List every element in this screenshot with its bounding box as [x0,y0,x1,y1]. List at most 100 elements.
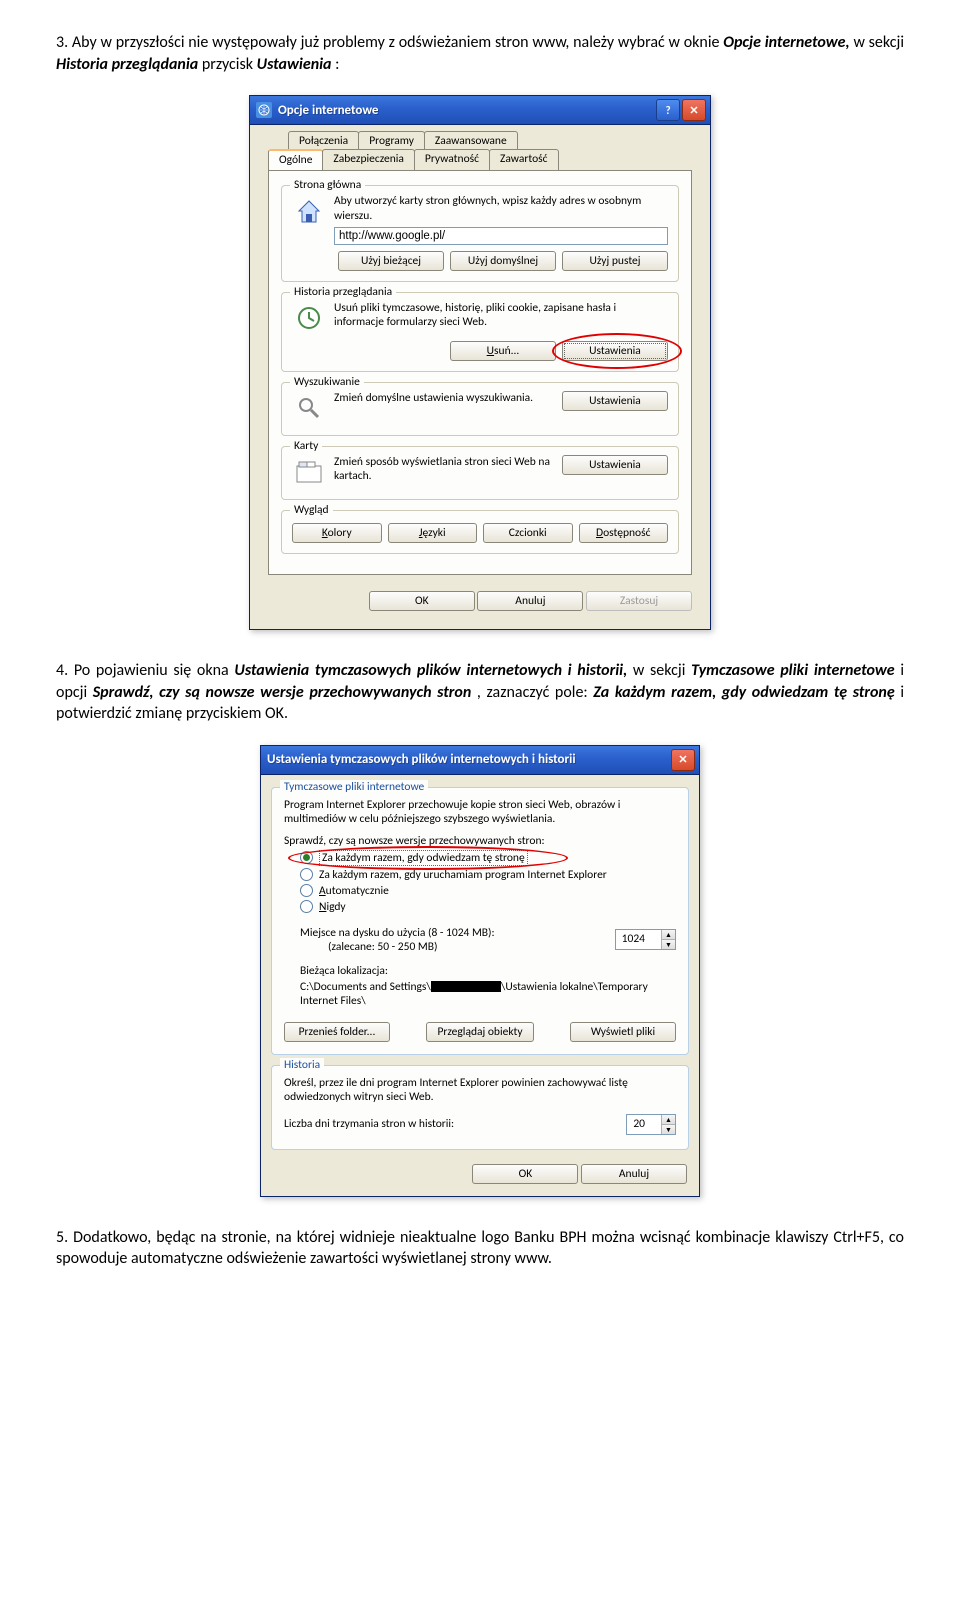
tab-programs[interactable]: Programy [358,131,425,150]
fonts-button[interactable]: Czcionki [483,523,573,543]
general-tab-page: Strona główna Aby utworzyć karty stron g… [268,170,692,575]
radio-every-visit-label: Za każdym razem, gdy odwiedzam tę stronę [319,850,528,866]
search-settings-button[interactable]: Ustawienia [562,391,668,411]
spin-down-icon[interactable]: ▼ [661,1124,675,1134]
tab-security[interactable]: Zabezpieczenia [322,149,415,170]
radio-icon [300,900,313,913]
radio-auto[interactable]: Automatycznie [300,884,676,898]
tab-content[interactable]: Zawartość [489,149,559,170]
tab-privacy[interactable]: Prywatność [414,149,490,170]
tab-connections[interactable]: Połączenia [288,131,359,150]
close-button[interactable]: ✕ [682,99,706,121]
use-current-button[interactable]: Użyj bieżącej [338,251,444,271]
show-files-button[interactable]: Wyświetl pliki [570,1022,676,1042]
internet-options-icon [256,102,272,118]
spin-up-icon[interactable]: ▲ [661,1115,675,1124]
loc-path1: C:\Documents and Settings\ [300,980,431,994]
p4-b4: Za każdym razem, gdy odwiedzam tę stronę [593,683,894,702]
radio-icon [300,884,313,897]
apply-button[interactable]: Zastosuj [586,591,692,611]
search-group: Wyszukiwanie Zmień domyślne ustawienia w… [281,382,679,436]
radio-every-start[interactable]: Za każdym razem, gdy uruchamiam program … [300,868,676,882]
history-desc: Usuń pliki tymczasowe, historię, pliki c… [334,301,668,330]
tabs-group: Karty Zmień sposób wyświetlania stron si… [281,446,679,500]
history-settings-button[interactable]: Ustawienia [562,341,668,361]
history-icon [292,301,326,335]
cancel-button[interactable]: Anuluj [477,591,583,611]
p4-b2: Tymczasowe pliki internetowe [691,661,895,680]
home-icon [292,194,326,228]
p3-prefix: 3. Aby w przyszłości nie występowały już… [56,33,723,52]
home-legend: Strona główna [290,178,365,192]
history-group: Historia przeglądania Usuń pliki tymczas… [281,292,679,372]
accessibility-button[interactable]: Dostępność [579,523,669,543]
days-spinbox[interactable]: 20 ▲▼ [626,1114,676,1135]
radio-every-visit[interactable]: Za każdym razem, gdy odwiedzam tę stronę [300,850,676,866]
home-desc: Aby utworzyć karty stron głównych, wpisz… [334,194,668,223]
spin-up-icon[interactable]: ▲ [661,930,675,939]
disk-label: Miejsce na dysku do użycia (8 - 1024 MB)… [300,926,495,940]
cancel-button[interactable]: Anuluj [581,1164,687,1184]
disk-size-value: 1024 [616,930,661,949]
p3-end: : [335,55,339,74]
titlebar[interactable]: Ustawienia tymczasowych plików interneto… [261,746,699,775]
close-button[interactable]: ✕ [671,749,695,771]
hist-desc: Określ, przez ile dni program Internet E… [284,1076,676,1104]
radio-never[interactable]: Nigdy [300,900,676,914]
tabs-icon [292,455,326,489]
tabs-desc: Zmień sposób wyświetlania stron sieci We… [334,455,554,484]
p4-mid: w sekcji [633,661,691,680]
paragraph-4: 4. Po pojawieniu się okna Ustawienia tym… [56,660,904,725]
history-legend: Historia przeglądania [290,285,396,299]
temp-desc: Program Internet Explorer przechowuje ko… [284,798,676,826]
delete-history-button[interactable]: Usuń... [450,341,556,361]
titlebar[interactable]: Opcje internetowe ? ✕ [250,96,710,125]
disk-size-spinbox[interactable]: 1024 ▲▼ [615,929,676,950]
use-blank-button[interactable]: Użyj pustej [562,251,668,271]
disk-rec: (zalecane: 50 - 250 MB) [328,940,495,954]
search-icon [292,391,326,425]
p4-b1: Ustawienia tymczasowych plików interneto… [234,661,627,680]
languages-button[interactable]: Języki [388,523,478,543]
temp-files-group: Tymczasowe pliki internetowe Program Int… [271,787,689,1055]
browse-objects-button[interactable]: Przeglądaj obiekty [426,1022,533,1042]
home-group: Strona główna Aby utworzyć karty stron g… [281,185,679,282]
p3-b2: Historia przeglądania [56,55,198,74]
history-group: Historia Określ, przez ile dni program I… [271,1065,689,1150]
paragraph-5: 5. Dodatkowo, będąc na stronie, na które… [56,1227,904,1270]
internet-options-window: Opcje internetowe ? ✕ Połączenia Program… [249,95,711,630]
window-title: Opcje internetowe [278,103,656,118]
radio-icon [300,868,313,881]
days-label: Liczba dni trzymania stron w historii: [284,1117,454,1131]
radio-every-start-label: Za każdym razem, gdy uruchamiam program … [319,868,607,882]
ok-button[interactable]: OK [369,591,475,611]
search-desc: Zmień domyślne ustawienia wyszukiwania. [334,391,554,405]
home-url-input[interactable] [334,227,668,245]
radio-icon [300,851,313,864]
loc-label: Bieżąca lokalizacja: [300,964,676,978]
check-label: Sprawdź, czy są nowsze wersje przechowyw… [284,834,676,848]
hist-legend: Historia [280,1058,324,1072]
use-default-button[interactable]: Użyj domyślnej [450,251,556,271]
window-title: Ustawienia tymczasowych plików interneto… [267,752,671,767]
ok-button[interactable]: OK [472,1164,578,1184]
tab-advanced[interactable]: Zaawansowane [424,131,518,150]
p4-prefix: 4. Po pojawieniu się okna [56,661,234,680]
p3-mid2: przycisk [202,55,257,74]
radio-auto-label: Automatycznie [319,884,389,898]
paragraph-3: 3. Aby w przyszłości nie występowały już… [56,32,904,75]
p4-b3: Sprawdź, czy są nowsze wersje przechowyw… [93,683,472,702]
p4-mid3: , zaznaczyć pole: [477,683,593,702]
help-button[interactable]: ? [656,99,680,121]
tabs-settings-button[interactable]: Ustawienia [562,455,668,475]
tabs-legend: Karty [290,439,322,453]
tab-general[interactable]: Ogólne [268,149,323,170]
spin-down-icon[interactable]: ▼ [661,939,675,949]
temp-files-settings-window: Ustawienia tymczasowych plików interneto… [260,745,700,1197]
p3-mid: w sekcji [853,33,904,52]
appearance-group: Wygląd Kolory Języki Czcionki Dostępność [281,510,679,554]
move-folder-button[interactable]: Przenieś folder... [284,1022,390,1042]
colors-button[interactable]: Kolory [292,523,382,543]
temp-legend: Tymczasowe pliki internetowe [280,780,428,794]
p3-b1: Opcje internetowe, [723,33,849,52]
